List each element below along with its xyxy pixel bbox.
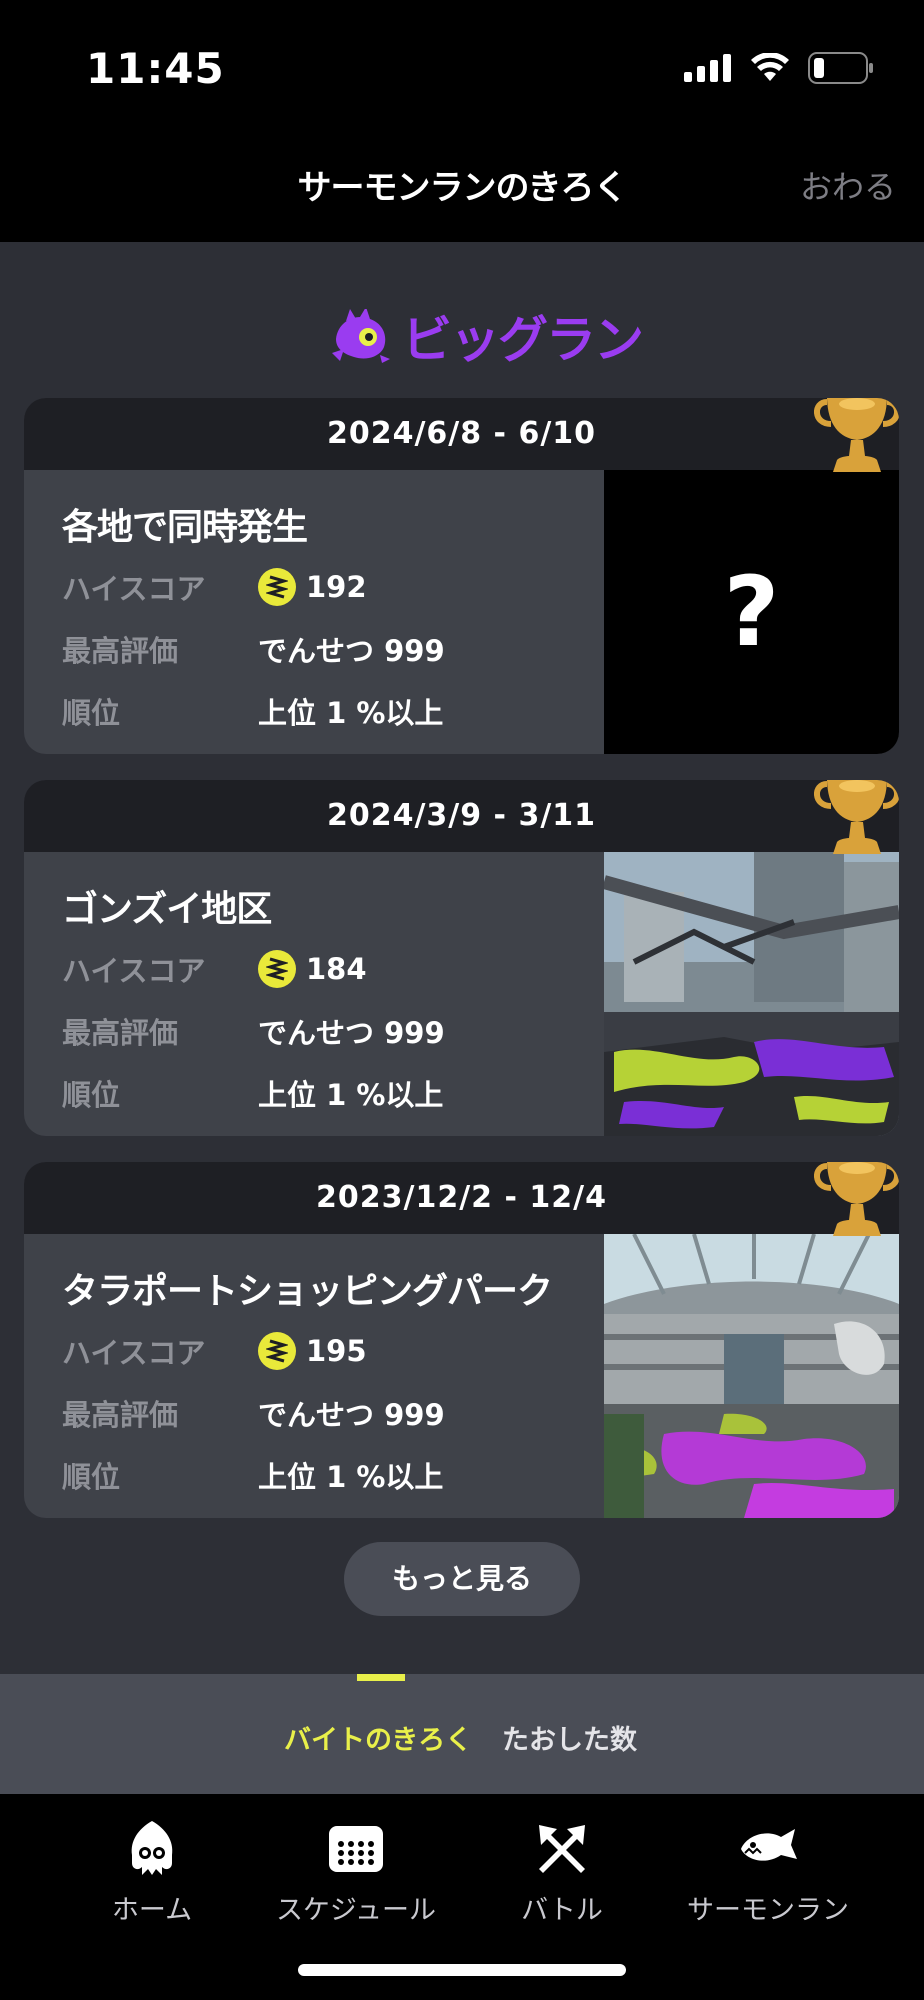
rank-value: 上位 1 %以上 [258,1460,444,1494]
section-title: ビッグラン [402,311,644,369]
best-grade-value: でんせつ 999 [258,1398,445,1432]
stage-image-gonzui [602,852,899,1136]
high-score-value: 184 [306,952,367,986]
rank-label: 順位 [62,1078,121,1112]
best-grade-value: でんせつ 999 [258,634,445,668]
golden-egg-icon [258,568,296,606]
best-grade-label: 最高評価 [62,1016,179,1050]
squid-icon [131,1821,173,1875]
stage-name: 各地で同時発生 [62,507,308,548]
card-date: 2024/6/8 - 6/10 [24,398,899,470]
salmon-icon [741,1829,797,1861]
status-time: 11:45 [86,44,225,93]
trophy-icon [814,398,899,472]
tab-battle[interactable]: バトル [462,1818,662,1927]
stage-name: ゴンズイ地区 [62,889,272,930]
card-date: 2024/3/9 - 3/11 [24,780,899,852]
best-grade-value: でんせつ 999 [258,1016,445,1050]
close-button[interactable]: おわる [800,162,896,208]
high-score-label: ハイスコア [62,572,206,606]
high-score-label: ハイスコア [62,1336,206,1370]
tab-label: バトル [521,1895,603,1926]
record-subtabs: バイトのきろく たおした数 [0,1674,924,1794]
tab-label: ホーム [111,1895,193,1926]
card-date: 2023/12/2 - 12/4 [24,1162,899,1234]
home-indicator [298,1964,626,1976]
golden-egg-icon [258,950,296,988]
active-tab-indicator [357,1674,405,1681]
rank-label: 順位 [62,696,121,730]
high-score-label: ハイスコア [62,954,206,988]
tab-defeated-count[interactable]: たおした数 [502,1718,637,1757]
bigrun-record-card[interactable]: 2024/3/9 - 3/11 ゴンズイ地区 ハイスコア 184 最高評価 でん… [24,780,899,1136]
bigrun-salmonid-icon [332,309,390,363]
show-more-button[interactable]: もっと見る [344,1542,580,1616]
bigrun-record-card[interactable]: 2024/6/8 - 6/10 各地で同時発生 ハイスコア 192 最高評価 で… [24,398,899,754]
stage-name: タラポートショッピングパーク [62,1271,553,1312]
crossed-arrows-icon [539,1825,585,1873]
trophy-icon [814,1162,899,1236]
bigrun-record-card[interactable]: 2023/12/2 - 12/4 タラポートショッピングパーク ハイスコア 19… [24,1162,899,1518]
tab-home[interactable]: ホーム [52,1818,252,1927]
header: サーモンランのきろく おわる [0,120,924,242]
tab-label: スケジュール [275,1895,437,1926]
question-mark: ? [723,556,780,668]
calendar-icon [329,1826,383,1872]
best-grade-label: 最高評価 [62,1398,179,1432]
golden-egg-icon [258,1332,296,1370]
rank-label: 順位 [62,1460,121,1494]
battery-icon [808,52,873,84]
status-bar: 11:45 [0,0,924,120]
bigrun-title: ビッグラン [330,300,644,372]
tab-label: サーモンラン [687,1895,849,1926]
trophy-icon [814,780,899,854]
rank-value: 上位 1 %以上 [258,1078,444,1112]
rank-value: 上位 1 %以上 [258,696,444,730]
tab-salmon-run[interactable]: サーモンラン [668,1818,868,1927]
best-grade-label: 最高評価 [62,634,179,668]
stage-image-taraport [604,1233,899,1518]
high-score-value: 192 [306,570,367,604]
stage-image-unknown: ? [604,470,899,754]
signal-icon [684,54,731,82]
tab-work-record[interactable]: バイトのきろく [284,1718,472,1757]
wifi-icon [751,53,789,81]
page-title: サーモンランのきろく [297,168,628,208]
high-score-value: 195 [306,1334,367,1368]
tab-schedule[interactable]: スケジュール [256,1818,456,1927]
